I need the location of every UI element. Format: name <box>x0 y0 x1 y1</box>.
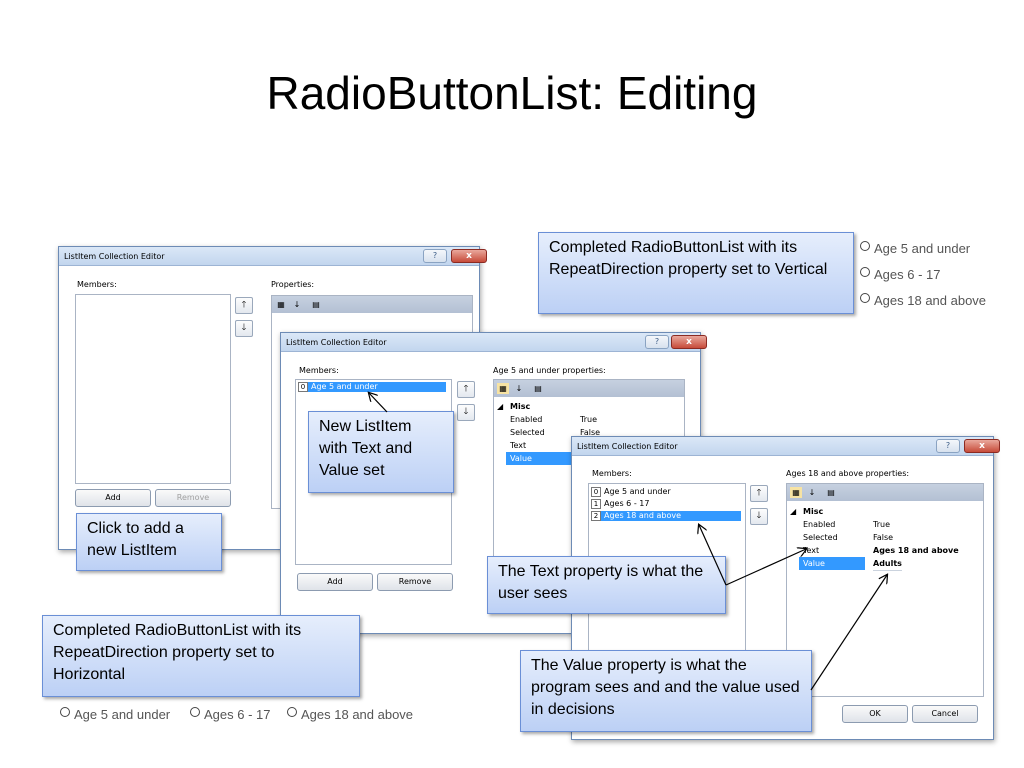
property-row[interactable]: Enabled True <box>787 518 983 531</box>
dialog-title: ListItem Collection Editor <box>286 338 387 347</box>
remove-button[interactable]: Remove <box>155 489 231 507</box>
callout-value-property: The Value property is what the program s… <box>520 650 812 732</box>
radio-button[interactable] <box>190 707 200 717</box>
radio-button[interactable] <box>860 267 870 277</box>
help-button[interactable]: ? <box>423 249 447 263</box>
add-button[interactable]: Add <box>297 573 373 591</box>
members-label: Members: <box>299 366 339 375</box>
property-pages-icon[interactable]: ▤ <box>310 299 322 310</box>
categorized-icon[interactable]: ▦ <box>275 299 287 310</box>
alphabetical-icon[interactable]: ↓ <box>513 383 525 394</box>
close-button[interactable]: x <box>964 439 1000 453</box>
list-item[interactable]: 1 Ages 6 - 17 <box>591 499 741 509</box>
title-bar[interactable]: ListItem Collection Editor ? x <box>59 247 487 266</box>
callout-click-add: Click to add a new ListItem <box>76 513 222 571</box>
list-item[interactable]: 0 Age 5 and under <box>591 487 741 497</box>
list-item[interactable]: 2 Ages 18 and above <box>591 511 741 521</box>
radio-button[interactable] <box>287 707 297 717</box>
dialog-title: ListItem Collection Editor <box>577 442 678 451</box>
property-row[interactable]: Text Ages 18 and above <box>787 544 983 557</box>
members-label: Members: <box>592 469 632 478</box>
callout-vertical: Completed RadioButtonList with its Repea… <box>538 232 854 314</box>
collapse-icon[interactable]: ◢ <box>790 505 796 518</box>
radio-item-vertical[interactable]: Age 5 and under <box>860 241 970 256</box>
remove-button[interactable]: Remove <box>377 573 453 591</box>
property-pages-icon[interactable]: ▤ <box>825 487 837 498</box>
collapse-icon[interactable]: ◢ <box>497 400 503 413</box>
add-button[interactable]: Add <box>75 489 151 507</box>
move-up-button[interactable]: 🡑 <box>457 381 475 398</box>
category-row[interactable]: ◢ Misc <box>494 400 684 413</box>
properties-label: Ages 18 and above properties: <box>786 469 910 478</box>
radio-item-horizontal[interactable]: Ages 18 and above <box>287 707 413 722</box>
alphabetical-icon[interactable]: ↓ <box>291 299 303 310</box>
property-toolbar: ▦ ↓ ▤ <box>272 296 472 313</box>
property-row[interactable]: Enabled True <box>494 413 684 426</box>
property-pages-icon[interactable]: ▤ <box>532 383 544 394</box>
properties-label: Age 5 and under properties: <box>493 366 606 375</box>
callout-text-property: The Text property is what the user sees <box>487 556 726 614</box>
radio-item-vertical[interactable]: Ages 6 - 17 <box>860 267 941 282</box>
radio-item-horizontal[interactable]: Age 5 and under <box>60 707 170 722</box>
members-label: Members: <box>77 280 117 289</box>
property-row[interactable]: Value Adults <box>787 557 983 571</box>
title-bar[interactable]: ListItem Collection Editor ? x <box>281 333 707 352</box>
move-down-button[interactable]: 🡓 <box>235 320 253 337</box>
radio-button[interactable] <box>60 707 70 717</box>
radio-button[interactable] <box>860 293 870 303</box>
dialog-title: ListItem Collection Editor <box>64 252 165 261</box>
move-down-button[interactable]: 🡓 <box>750 508 768 525</box>
radio-button[interactable] <box>860 241 870 251</box>
move-up-button[interactable]: 🡑 <box>235 297 253 314</box>
categorized-icon[interactable]: ▦ <box>497 383 509 394</box>
move-down-button[interactable]: 🡓 <box>457 404 475 421</box>
close-button[interactable]: x <box>451 249 487 263</box>
property-row[interactable]: Selected False <box>787 531 983 544</box>
callout-new-listitem: New ListItem with Text and Value set <box>308 411 454 493</box>
category-row[interactable]: ◢ Misc <box>787 505 983 518</box>
cancel-button[interactable]: Cancel <box>912 705 978 723</box>
help-button[interactable]: ? <box>645 335 669 349</box>
move-up-button[interactable]: 🡑 <box>750 485 768 502</box>
alphabetical-icon[interactable]: ↓ <box>806 487 818 498</box>
slide-title: RadioButtonList: Editing <box>266 67 758 119</box>
list-item[interactable]: 0 Age 5 and under <box>298 382 446 392</box>
help-button[interactable]: ? <box>936 439 960 453</box>
radio-item-horizontal[interactable]: Ages 6 - 17 <box>190 707 271 722</box>
close-button[interactable]: x <box>671 335 707 349</box>
categorized-icon[interactable]: ▦ <box>790 487 802 498</box>
callout-horizontal: Completed RadioButtonList with its Repea… <box>42 615 360 697</box>
property-grid[interactable]: ▦ ↓ ▤ ◢ Misc Enabled True Selected False Te… <box>786 483 984 697</box>
property-toolbar: ▦ ↓ ▤ <box>494 380 684 397</box>
properties-label: Properties: <box>271 280 315 289</box>
property-toolbar: ▦ ↓ ▤ <box>787 484 983 501</box>
title-bar[interactable]: ListItem Collection Editor ? x <box>572 437 1000 456</box>
members-list[interactable] <box>75 294 231 484</box>
radio-item-vertical[interactable]: Ages 18 and above <box>860 293 986 308</box>
ok-button[interactable]: OK <box>842 705 908 723</box>
